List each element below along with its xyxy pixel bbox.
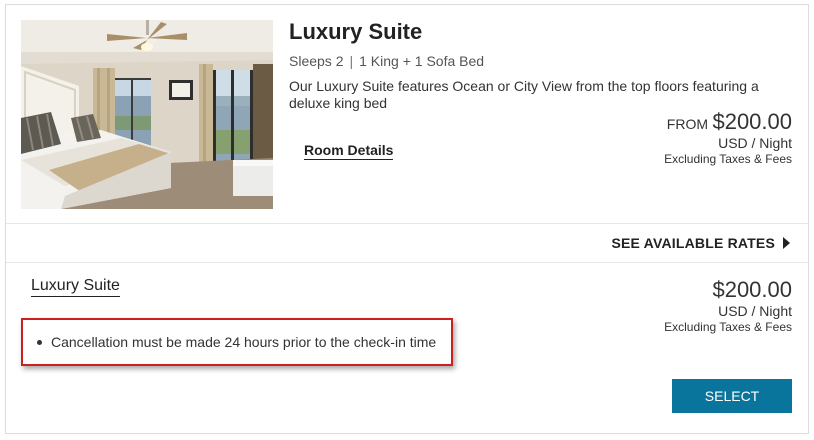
see-rates-label: SEE AVAILABLE RATES	[611, 235, 775, 251]
price-from-label: FROM	[666, 116, 709, 132]
rate-price-note: Excluding Taxes & Fees	[664, 320, 792, 334]
divider	[6, 223, 808, 224]
room-description: Our Luxury Suite features Ocean or City …	[289, 78, 759, 111]
meta-separator: |	[349, 53, 354, 69]
divider	[6, 262, 808, 263]
bullet-icon	[37, 339, 42, 345]
rate-price: $200.00 USD / Night Excluding Taxes & Fe…	[664, 277, 792, 335]
room-card: Luxury Suite Sleeps 2 | 1 King + 1 Sofa Be…	[5, 4, 809, 434]
room-price-line: FROM $200.00	[664, 109, 792, 135]
rate-price-line: $200.00	[664, 277, 792, 303]
price-unit: USD / Night	[718, 135, 792, 151]
room-details-link[interactable]: Room Details	[304, 142, 394, 160]
select-button[interactable]: SELECT	[672, 379, 792, 413]
room-occupancy: Sleeps 2 | 1 King + 1 Sofa Bed	[289, 53, 484, 69]
policy-list: Cancellation must be made 24 hours prior…	[37, 334, 436, 350]
rate-price-unit: USD / Night	[718, 303, 792, 319]
room-sleeps: Sleeps 2	[289, 53, 344, 69]
policy-item: Cancellation must be made 24 hours prior…	[37, 334, 436, 350]
price-note: Excluding Taxes & Fees	[664, 152, 792, 166]
see-available-rates-toggle[interactable]: SEE AVAILABLE RATES	[611, 235, 790, 251]
room-price: FROM $200.00 USD / Night Excluding Taxes…	[664, 109, 792, 167]
rate-name-link[interactable]: Luxury Suite	[31, 277, 120, 297]
policy-text: Cancellation must be made 24 hours prior…	[51, 334, 437, 350]
room-photo	[21, 20, 273, 209]
caret-right-icon	[783, 237, 790, 249]
price-amount: $200.00	[712, 109, 792, 134]
room-beds: 1 King + 1 Sofa Bed	[359, 53, 485, 69]
room-title: Luxury Suite	[289, 19, 423, 44]
cancellation-policy-highlight: Cancellation must be made 24 hours prior…	[21, 318, 453, 366]
rate-price-amount: $200.00	[712, 277, 792, 302]
